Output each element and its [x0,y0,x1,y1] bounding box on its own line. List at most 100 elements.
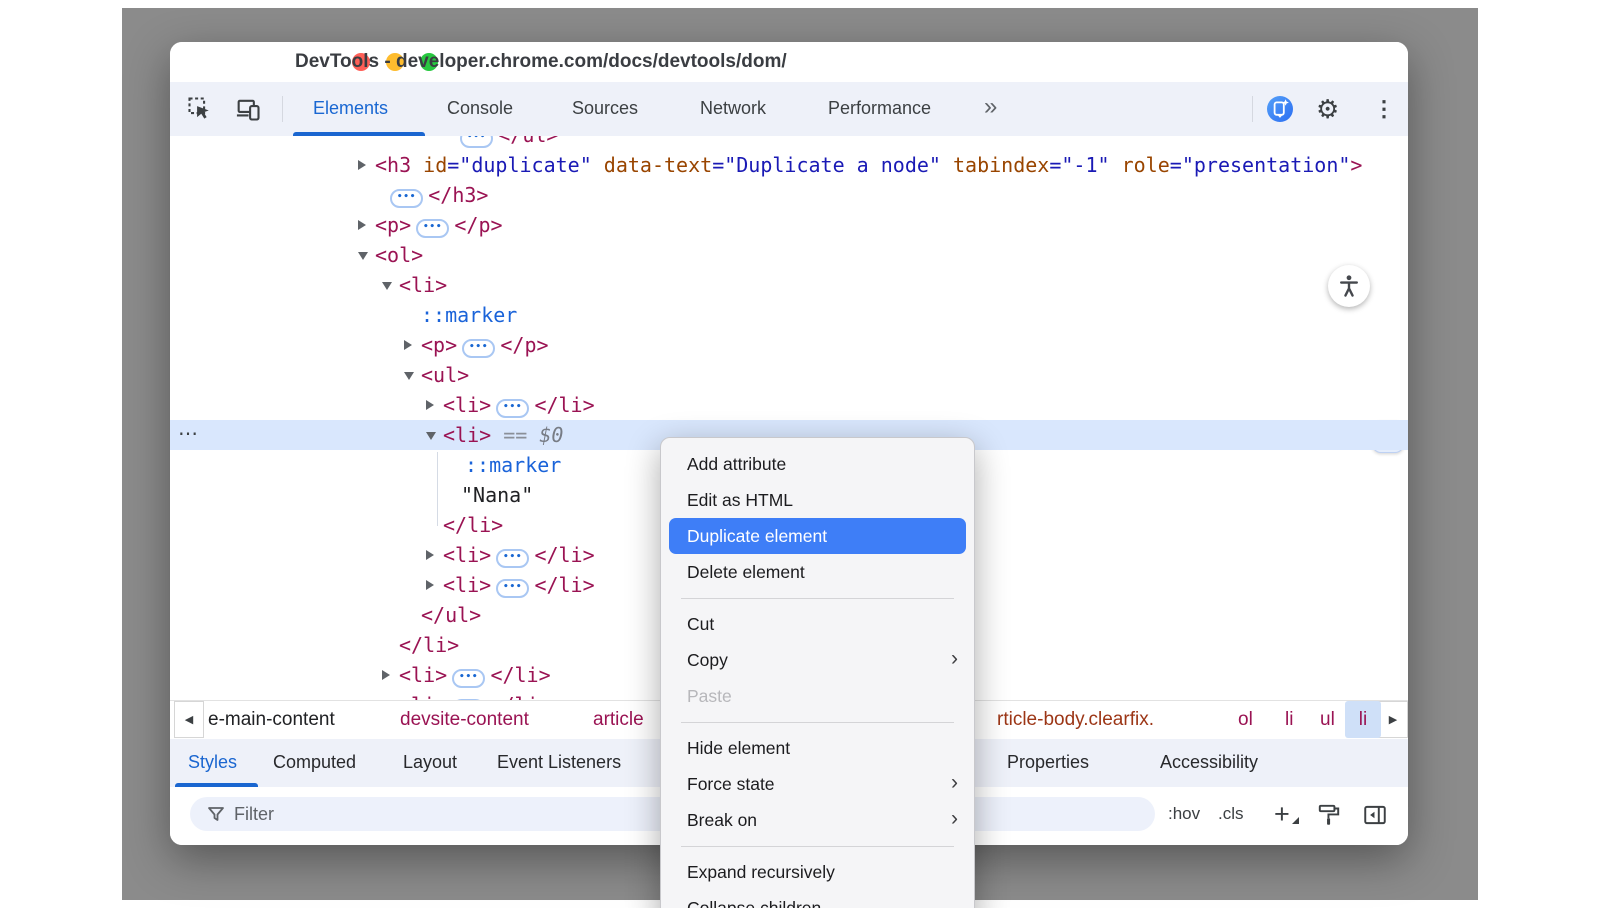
code-segment-tag: <li> [443,573,491,597]
devtools-toolbar: Elements Console Sources Network Performance… [170,82,1408,137]
sidebar-tab-computed[interactable]: Computed [273,739,356,786]
plus-dropdown-corner-icon [1292,817,1299,824]
sidebar-tab-event-listeners[interactable]: Event Listeners [497,739,621,786]
menu-item-label: Collapse children [687,898,821,908]
expand-arrow-icon[interactable] [358,160,366,170]
device-toolbar-icon[interactable] [234,95,262,123]
tab-elements[interactable]: Elements [313,82,388,135]
more-tabs-button[interactable]: » [984,82,995,132]
ellipsis-expander-icon[interactable]: ••• [496,399,529,418]
tree-row[interactable]: <p>•••</p> [421,330,549,360]
menu-item-add-attribute[interactable]: Add attribute [661,446,974,482]
filter-control-hov[interactable]: :hov [1168,787,1200,841]
sidebar-tab-styles[interactable]: Styles [188,739,237,786]
menu-item-duplicate-element[interactable]: Duplicate element [669,518,966,554]
filter-control-[interactable]: + [1274,787,1290,841]
ellipsis-expander-icon[interactable]: ••• [462,339,495,358]
tree-row[interactable]: <h3 id="duplicate" data-text="Duplicate … [375,150,1362,180]
accessibility-overlay-button[interactable] [1328,265,1370,307]
menu-item-delete-element[interactable]: Delete element [661,554,974,590]
tab-performance[interactable]: Performance [828,82,931,135]
expand-arrow-icon[interactable] [404,340,412,350]
sidebar-tab-layout[interactable]: Layout [403,739,457,786]
collapse-arrow-icon[interactable] [358,252,368,260]
ellipsis-expander-icon[interactable]: ••• [496,549,529,568]
code-segment-tag: <li> [399,693,447,700]
menu-item-cut[interactable]: Cut [661,606,974,642]
window-titlebar: DevTools - developer.chrome.com/docs/dev… [170,42,1408,83]
toggle-sidebar-button[interactable] [1362,802,1388,828]
settings-gear-icon[interactable]: ⚙ [1316,82,1339,136]
tree-row[interactable]: <p>•••</p> [375,210,503,240]
breadcrumb-item-article[interactable]: article [593,701,644,738]
tree-row[interactable]: "Nana" [461,480,533,510]
inspect-element-icon[interactable] [186,95,214,123]
tab-sources[interactable]: Sources [572,82,638,135]
menu-item-force-state[interactable]: Force state› [661,766,974,802]
crumb-forward-button[interactable]: ▶ [1378,701,1408,738]
tree-row[interactable]: </li> [443,510,503,540]
tree-row[interactable]: <li>•••</li> [443,570,595,600]
more-options-icon[interactable]: ⋮ [1373,82,1395,136]
ai-assistant-button[interactable] [1266,95,1294,123]
expand-arrow-icon[interactable] [426,580,434,590]
tree-row[interactable]: <li> == $0 [443,420,563,450]
ellipsis-expander-icon[interactable]: ••• [460,136,493,148]
breadcrumb-item-li[interactable]: li [1285,701,1293,738]
collapse-arrow-icon[interactable] [426,432,436,440]
tree-row[interactable]: <li>•••</li> [399,660,551,690]
tree-row[interactable]: <li> [399,270,447,300]
tree-row[interactable]: ::marker [421,300,517,330]
ellipsis-expander-icon[interactable]: ••• [452,669,485,688]
collapse-arrow-icon[interactable] [382,282,392,290]
breadcrumb-item-ol[interactable]: ol [1238,701,1253,738]
filter-control-cls[interactable]: .cls [1218,787,1244,841]
tree-row[interactable]: <li>•••</li> [443,540,595,570]
code-segment-tag: </ul> [421,603,481,627]
tree-row[interactable]: <ul> [421,360,469,390]
menu-item-label: Copy [687,650,728,670]
paint-brush-button[interactable] [1316,802,1342,828]
tree-row[interactable]: ::marker [465,450,561,480]
tree-row[interactable]: </li> [399,630,459,660]
code-segment-tag: </ul> [498,136,558,147]
tree-row[interactable]: </ul> [421,600,481,630]
sidebar-tab-properties[interactable]: Properties [1007,739,1089,786]
breadcrumb-item-e-main-content[interactable]: e-main-content [208,701,335,738]
menu-item-edit-as-html[interactable]: Edit as HTML [661,482,974,518]
tree-row[interactable]: ••• </ul> [455,136,558,150]
tab-console[interactable]: Console [447,82,513,135]
window-title: DevTools - developer.chrome.com/docs/dev… [295,42,787,82]
breadcrumb-item-rticle-body-clearfix[interactable]: rticle-body.clearfix. [997,701,1154,738]
menu-item-hide-element[interactable]: Hide element [661,730,974,766]
code-segment-tag: <ul> [421,363,469,387]
ellipsis-expander-icon[interactable]: ••• [390,189,423,208]
menu-item-label: Edit as HTML [687,490,793,510]
tree-row[interactable]: <li>•••</li> [399,690,551,700]
code-segment-val: ="duplicate" [447,153,592,177]
selected-row-dots[interactable]: ⋯ [178,420,198,450]
breadcrumb-item-li[interactable]: li [1345,701,1381,738]
expand-arrow-icon[interactable] [382,670,390,680]
ellipsis-expander-icon[interactable]: ••• [496,579,529,598]
crumb-back-button[interactable]: ◀ [174,701,204,738]
breadcrumb-item-ul[interactable]: ul [1320,701,1335,738]
menu-item-break-on[interactable]: Break on› [661,802,974,838]
code-segment-text: "Nana" [461,483,533,507]
menu-separator [661,714,974,730]
menu-item-copy[interactable]: Copy› [661,642,974,678]
menu-item-expand-recursively[interactable]: Expand recursively [661,854,974,890]
breadcrumb-item-devsite-content[interactable]: devsite-content [400,701,529,738]
tree-row[interactable]: <li>•••</li> [443,390,595,420]
expand-arrow-icon[interactable] [426,550,434,560]
tree-row[interactable]: <ol> [375,240,423,270]
collapse-arrow-icon[interactable] [404,372,414,380]
sidebar-tab-accessibility[interactable]: Accessibility [1160,739,1258,786]
expand-arrow-icon[interactable] [358,220,366,230]
tree-row[interactable]: •••</h3> [385,180,488,210]
tab-network[interactable]: Network [700,82,766,135]
ellipsis-expander-icon[interactable]: ••• [416,219,449,238]
context-menu: Add attribute Edit as HTML Duplicate eleme… [660,437,975,908]
menu-item-collapse-children[interactable]: Collapse children [661,890,974,908]
expand-arrow-icon[interactable] [426,400,434,410]
